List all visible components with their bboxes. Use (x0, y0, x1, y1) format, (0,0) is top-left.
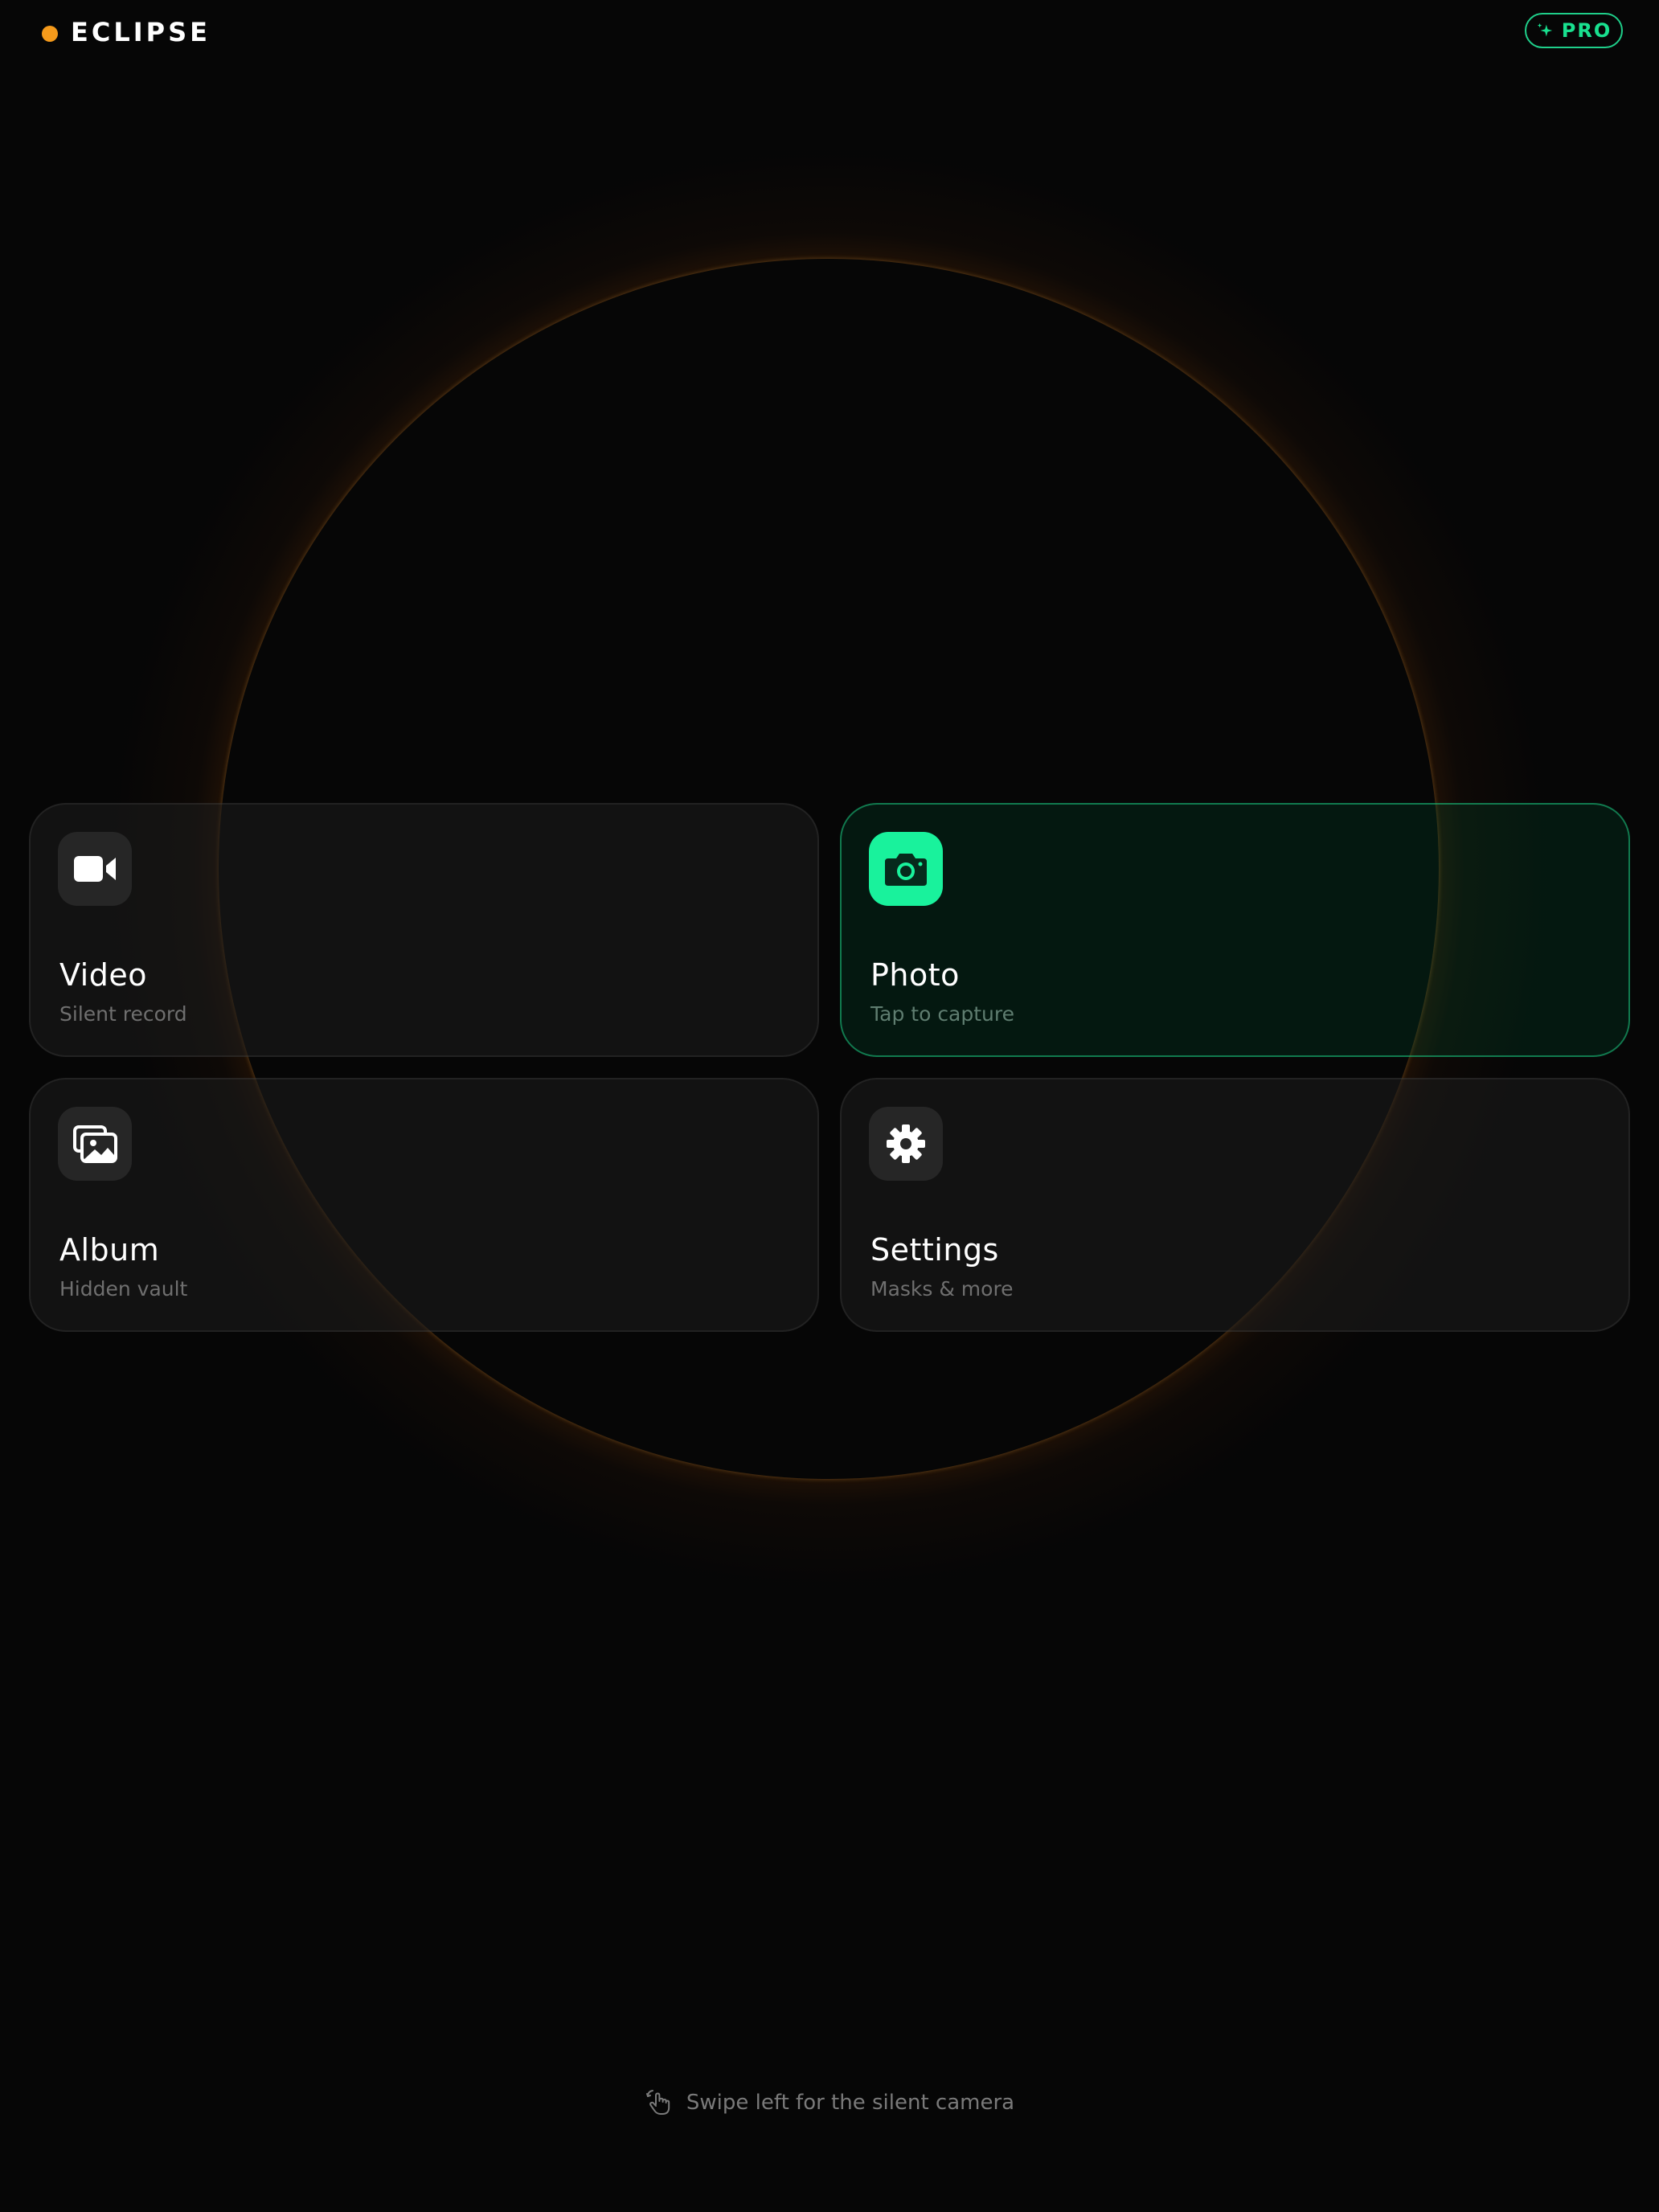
card-title: Photo (870, 957, 960, 993)
brand-dot-icon (42, 26, 58, 42)
video-camera-icon (58, 832, 132, 906)
app-brand: ECLIPSE (42, 14, 211, 50)
card-subtitle: Silent record (59, 1002, 187, 1026)
album-card[interactable]: Album Hidden vault (29, 1078, 819, 1332)
card-subtitle: Hidden vault (59, 1277, 188, 1301)
app-title: ECLIPSE (71, 17, 211, 47)
settings-card[interactable]: Settings Masks & more (840, 1078, 1630, 1332)
card-title: Settings (870, 1232, 999, 1268)
swipe-hint: Swipe left for the silent camera (0, 2083, 1659, 2122)
video-card[interactable]: Video Silent record (29, 803, 819, 1057)
gear-icon (869, 1107, 943, 1181)
top-bar: ECLIPSE PRO (0, 0, 1659, 64)
card-title: Video (59, 957, 147, 993)
pro-button[interactable]: PRO (1525, 13, 1623, 48)
card-subtitle: Tap to capture (870, 1002, 1015, 1026)
swipe-hint-text: Swipe left for the silent camera (686, 2091, 1015, 2115)
photo-album-icon (58, 1107, 132, 1181)
swipe-hand-icon (645, 2090, 670, 2115)
pro-label: PRO (1561, 19, 1612, 42)
sparkle-icon (1537, 23, 1552, 37)
card-title: Album (59, 1232, 160, 1268)
camera-icon (869, 832, 943, 906)
photo-card[interactable]: Photo Tap to capture (840, 803, 1630, 1057)
card-subtitle: Masks & more (870, 1277, 1014, 1301)
home-screen: ECLIPSE PRO Video Silent record Photo Ta… (0, 0, 1659, 2212)
